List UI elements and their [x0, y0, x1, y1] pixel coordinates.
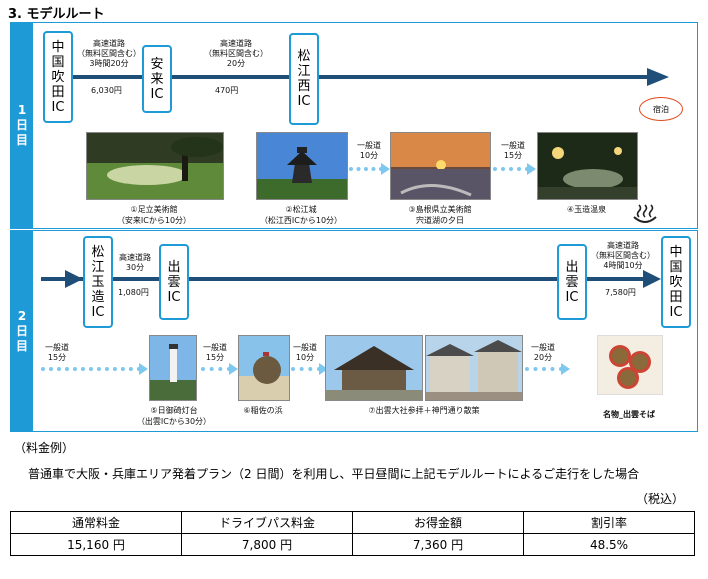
- table-row: 通常料金 ドライブパス料金 お得金額 割引率: [10, 511, 695, 534]
- hot-spring-icon: [633, 204, 657, 223]
- day2-leg0-label: 一般道 15分: [45, 343, 69, 362]
- spot-shimane-museum-photo: [390, 132, 491, 200]
- section-title: 3. モデルルート: [8, 7, 105, 22]
- day2-seg1-price: 1,080円: [118, 288, 149, 297]
- day2-leg3-label: 一般道 20分: [531, 343, 555, 362]
- fee-heading: （料金例）: [14, 441, 75, 455]
- day2-local-road-2: [291, 367, 321, 371]
- fee-header-normal: 通常料金: [10, 511, 182, 534]
- tax-note: （税込）: [636, 492, 685, 506]
- day1-label: 1日目: [11, 23, 33, 228]
- day2-panel: 2日目 松江玉造 IC 出雲 IC 出雲 IC 中国吹田 IC 高速道路 30分 1,08…: [10, 230, 698, 432]
- spot-tamatsukuri-caption: ④玉造温泉: [566, 205, 607, 214]
- day2-seg2-price: 7,580円: [605, 288, 636, 297]
- spot-shinmon-dori-photo: [425, 335, 523, 401]
- ic-izumo-return: 出雲 IC: [557, 244, 587, 320]
- spot-izumo-taisha-photo: [325, 335, 423, 401]
- spot-izumo-soba-caption: 名物_出雲そば: [603, 410, 655, 419]
- spot-hinomisaki-photo: [149, 335, 197, 401]
- ic-chugoku-suita: 中国吹田 IC: [43, 31, 73, 123]
- arrow-right-icon: [561, 363, 570, 375]
- ic-yasugi: 安来 IC: [142, 45, 172, 113]
- day1-leg2-label: 一般道 15分: [501, 141, 525, 160]
- arrow-right-icon: [527, 163, 536, 175]
- day1-panel: 1日目 中国吹田 IC 安来 IC 松江西 IC 高速道路 （無料区間含む） 3時間20分…: [10, 22, 698, 229]
- spot-inasa-beach-photo: [238, 335, 290, 401]
- arrow-right-icon: [643, 270, 661, 288]
- spot-inasa-caption: ⑥稲佐の浜: [243, 406, 283, 415]
- day2-seg1-label: 高速道路 30分: [119, 253, 151, 272]
- table-row: 15,160 円 7,800 円 7,360 円 48.5%: [10, 533, 695, 556]
- fee-header-discount: 割引率: [523, 511, 695, 534]
- fee-header-savings: お得金額: [352, 511, 524, 534]
- spot-hinomisaki-caption: ⑤日御碕灯台 （出雲ICから30分）: [136, 406, 212, 426]
- day2-seg2-label: 高速道路 （無料区間含む） 4時間10分: [591, 241, 655, 270]
- spot-matsue-castle-photo: [256, 132, 348, 200]
- spot-izumo-taisha-caption: ⑦出雲大社参拝＋神門通り散策: [368, 406, 480, 415]
- fee-table: 通常料金 ドライブパス料金 お得金額 割引率 15,160 円 7,800 円 …: [10, 511, 695, 556]
- ic-izumo: 出雲 IC: [159, 244, 189, 320]
- spot-adachi-museum-photo: [86, 132, 224, 200]
- arrow-right-icon: [647, 68, 669, 86]
- ic-chugoku-suita-return: 中国吹田 IC: [661, 236, 691, 328]
- arrow-right-icon: [65, 270, 83, 288]
- day1-seg1-price: 6,030円: [91, 86, 122, 95]
- spot-izumo-soba-photo: [597, 335, 663, 395]
- arrow-right-icon: [229, 363, 238, 375]
- ic-matsue-nishi: 松江西 IC: [289, 33, 319, 125]
- spot-matsue-castle-caption: ②松江城 （松江西ICから10分）: [259, 205, 343, 225]
- day1-leg1-label: 一般道 10分: [357, 141, 381, 160]
- fee-description: 普通車で大阪・兵庫エリア発着プラン（2 日間）を利用し、平日昼間に上記モデルルー…: [28, 467, 640, 481]
- spot-shimane-museum-caption: ③島根県立美術館 宍道湖の夕日: [408, 205, 472, 225]
- stay-bubble: 宿泊: [639, 97, 683, 121]
- day1-seg2-label: 高速道路 （無料区間含む） 20分: [204, 39, 268, 68]
- spot-tamatsukuri-onsen-photo: [537, 132, 638, 200]
- day2-local-road-3: [525, 367, 563, 371]
- day1-local-road-2: [493, 167, 529, 171]
- fee-value-drivepass: 7,800 円: [181, 533, 353, 556]
- fee-value-normal: 15,160 円: [10, 533, 182, 556]
- day1-seg1-label: 高速道路 （無料区間含む） 3時間20分: [77, 39, 141, 68]
- day2-leg2-label: 一般道 10分: [293, 343, 317, 362]
- fee-value-discount: 48.5%: [523, 533, 695, 556]
- arrow-right-icon: [381, 163, 390, 175]
- day2-leg1-label: 一般道 15分: [203, 343, 227, 362]
- day1-seg2-price: 470円: [215, 86, 239, 95]
- day2-local-road-1: [201, 367, 231, 371]
- day1-local-road-1: [349, 167, 383, 171]
- ic-matsue-tamatsukuri: 松江玉造 IC: [83, 236, 113, 328]
- fee-value-savings: 7,360 円: [352, 533, 524, 556]
- arrow-right-icon: [139, 363, 148, 375]
- spot-adachi-caption: ①足立美術館 （安来ICから10分）: [116, 205, 192, 225]
- day2-label: 2日目: [11, 231, 33, 431]
- day2-local-road-0: [41, 367, 141, 371]
- fee-header-drivepass: ドライブパス料金: [181, 511, 353, 534]
